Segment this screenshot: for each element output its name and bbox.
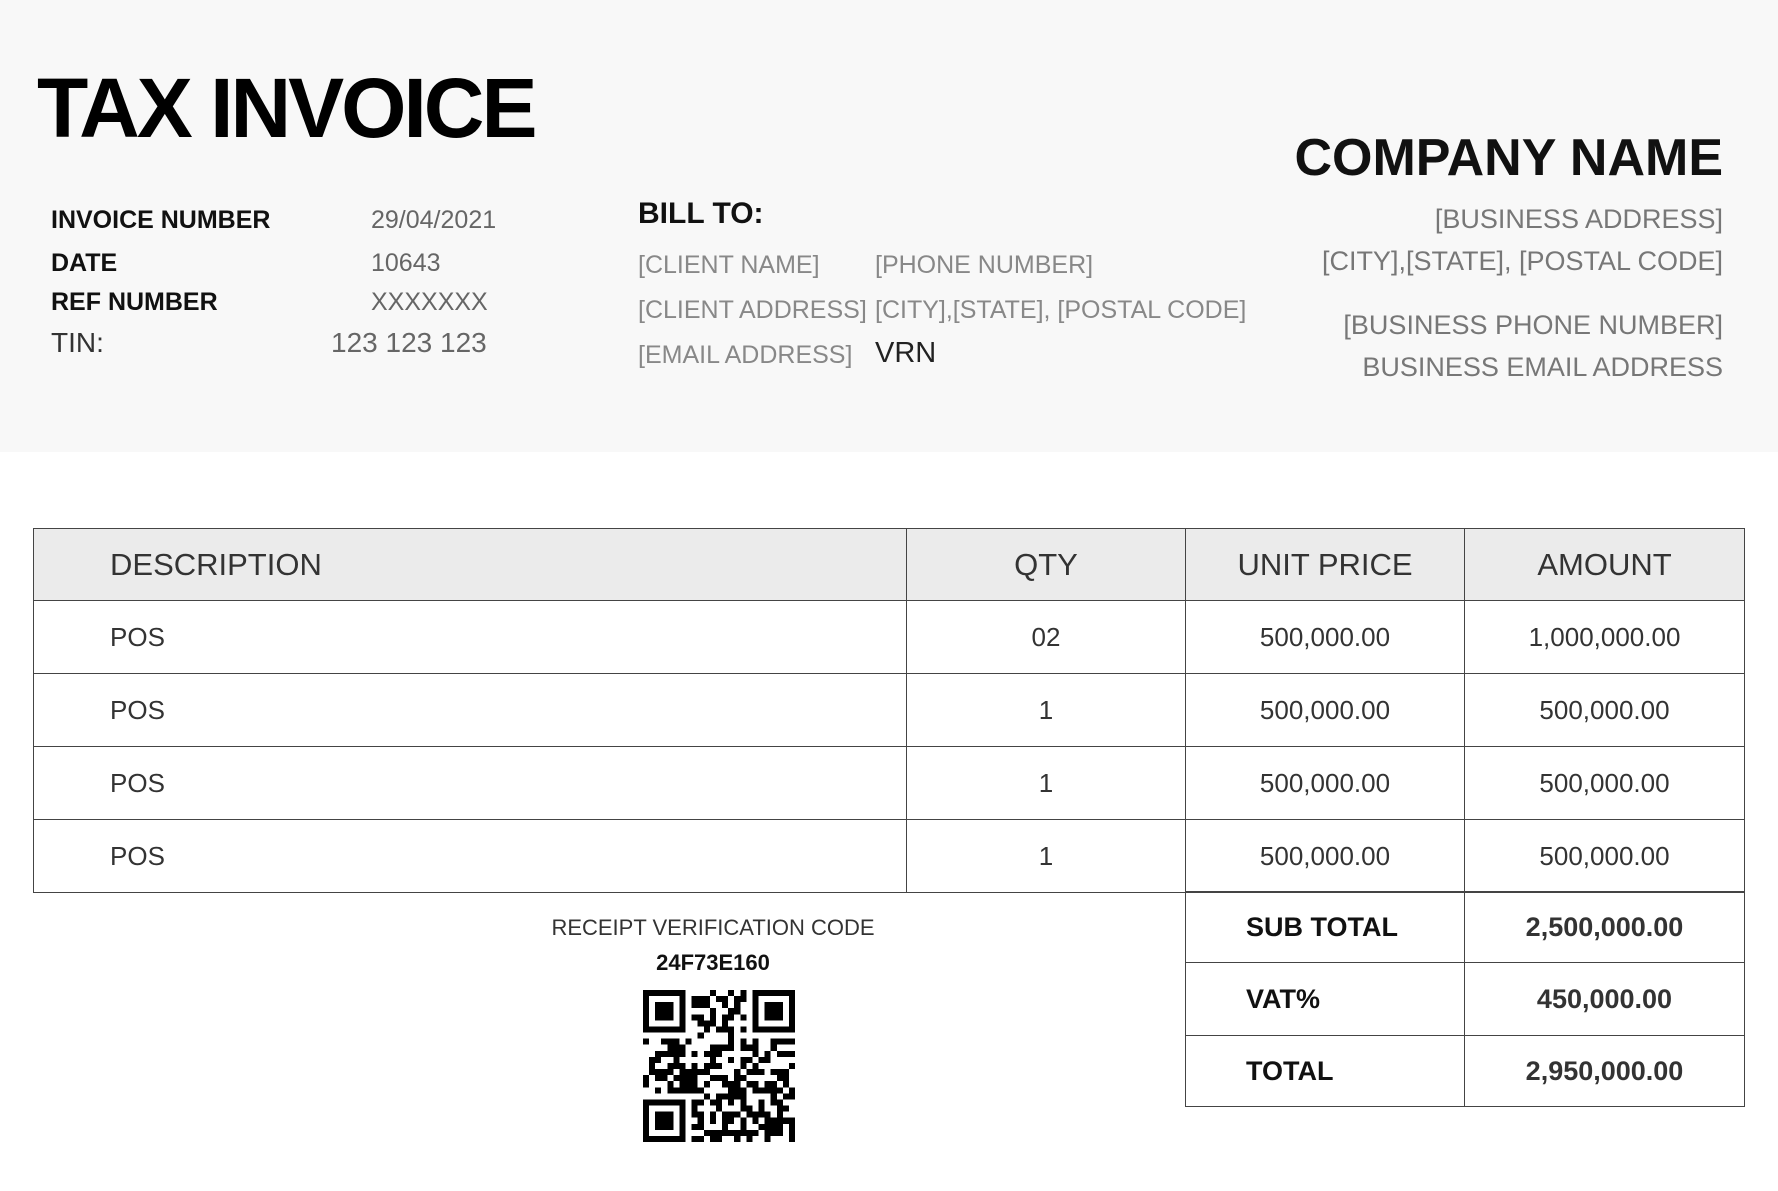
row-qty: 1 bbox=[906, 673, 1186, 747]
row-amount: 500,000.00 bbox=[1464, 819, 1745, 893]
table-row: POS 1 500,000.00 500,000.00 bbox=[33, 746, 1745, 820]
date-value: 10643 bbox=[371, 249, 441, 277]
row-unit-price: 500,000.00 bbox=[1185, 819, 1465, 893]
header-unit-price: UNIT PRICE bbox=[1185, 528, 1465, 601]
sub-total-label: SUB TOTAL bbox=[1185, 891, 1465, 963]
sub-total-row: SUB TOTAL 2,500,000.00 bbox=[1185, 891, 1745, 963]
business-email: BUSINESS EMAIL ADDRESS bbox=[1362, 352, 1723, 382]
row-description: POS bbox=[33, 600, 907, 674]
row-unit-price: 500,000.00 bbox=[1185, 600, 1465, 674]
table-row: POS 1 500,000.00 500,000.00 bbox=[33, 673, 1745, 747]
qr-code-icon bbox=[643, 990, 795, 1142]
receipt-verification-code: 24F73E160 bbox=[656, 950, 770, 975]
header-qty: QTY bbox=[906, 528, 1186, 601]
company-name: COMPANY NAME bbox=[1294, 129, 1723, 187]
receipt-verification-label: RECEIPT VERIFICATION CODE bbox=[551, 915, 875, 940]
row-unit-price: 500,000.00 bbox=[1185, 746, 1465, 820]
client-address: [CLIENT ADDRESS] bbox=[638, 296, 867, 324]
invoice-number-value: 29/04/2021 bbox=[371, 206, 497, 234]
totals-table: SUB TOTAL 2,500,000.00 VAT% 450,000.00 T… bbox=[1185, 891, 1745, 1107]
invoice-title: TAX INVOICE bbox=[37, 61, 537, 155]
items-table: DESCRIPTION QTY UNIT PRICE AMOUNT POS 02… bbox=[33, 528, 1745, 893]
total-label: TOTAL bbox=[1185, 1035, 1465, 1107]
table-row: POS 02 500,000.00 1,000,000.00 bbox=[33, 600, 1745, 674]
invoice-number-label: INVOICE NUMBER bbox=[51, 206, 271, 234]
company-block: COMPANY NAME [BUSINESS ADDRESS] [CITY],[… bbox=[1294, 132, 1723, 388]
vat-row: VAT% 450,000.00 bbox=[1185, 962, 1745, 1036]
client-email: [EMAIL ADDRESS] bbox=[638, 341, 853, 369]
header-description: DESCRIPTION bbox=[33, 528, 907, 601]
client-phone: [PHONE NUMBER] bbox=[875, 251, 1094, 279]
row-unit-price: 500,000.00 bbox=[1185, 673, 1465, 747]
row-amount: 1,000,000.00 bbox=[1464, 600, 1745, 674]
business-address: [BUSINESS ADDRESS] bbox=[1434, 204, 1723, 234]
table-row: POS 1 500,000.00 500,000.00 bbox=[33, 819, 1745, 893]
tin-value: 123 123 123 bbox=[331, 327, 487, 358]
client-name: [CLIENT NAME] bbox=[638, 251, 820, 279]
date-label: DATE bbox=[51, 249, 118, 277]
header-amount: AMOUNT bbox=[1464, 528, 1745, 601]
row-description: POS bbox=[33, 673, 907, 747]
vat-value: 450,000.00 bbox=[1464, 962, 1745, 1036]
vrn-label: VRN bbox=[875, 337, 937, 369]
row-description: POS bbox=[33, 746, 907, 820]
ref-number-label: REF NUMBER bbox=[51, 288, 218, 316]
bill-to-heading: BILL TO: bbox=[638, 197, 764, 230]
total-value: 2,950,000.00 bbox=[1464, 1035, 1745, 1107]
business-phone: [BUSINESS PHONE NUMBER] bbox=[1343, 310, 1723, 340]
client-city-state-postal: [CITY],[STATE], [POSTAL CODE] bbox=[875, 296, 1247, 324]
total-row: TOTAL 2,950,000.00 bbox=[1185, 1035, 1745, 1107]
row-qty: 1 bbox=[906, 819, 1186, 893]
sub-total-value: 2,500,000.00 bbox=[1464, 891, 1745, 963]
row-qty: 02 bbox=[906, 600, 1186, 674]
row-amount: 500,000.00 bbox=[1464, 746, 1745, 820]
row-qty: 1 bbox=[906, 746, 1186, 820]
tin-label: TIN: bbox=[51, 327, 104, 358]
row-amount: 500,000.00 bbox=[1464, 673, 1745, 747]
ref-number-value: XXXXXXX bbox=[371, 288, 488, 316]
row-description: POS bbox=[33, 819, 907, 893]
business-city-state-postal: [CITY],[STATE], [POSTAL CODE] bbox=[1321, 246, 1723, 276]
vat-label: VAT% bbox=[1185, 962, 1465, 1036]
table-header-row: DESCRIPTION QTY UNIT PRICE AMOUNT bbox=[33, 528, 1745, 601]
